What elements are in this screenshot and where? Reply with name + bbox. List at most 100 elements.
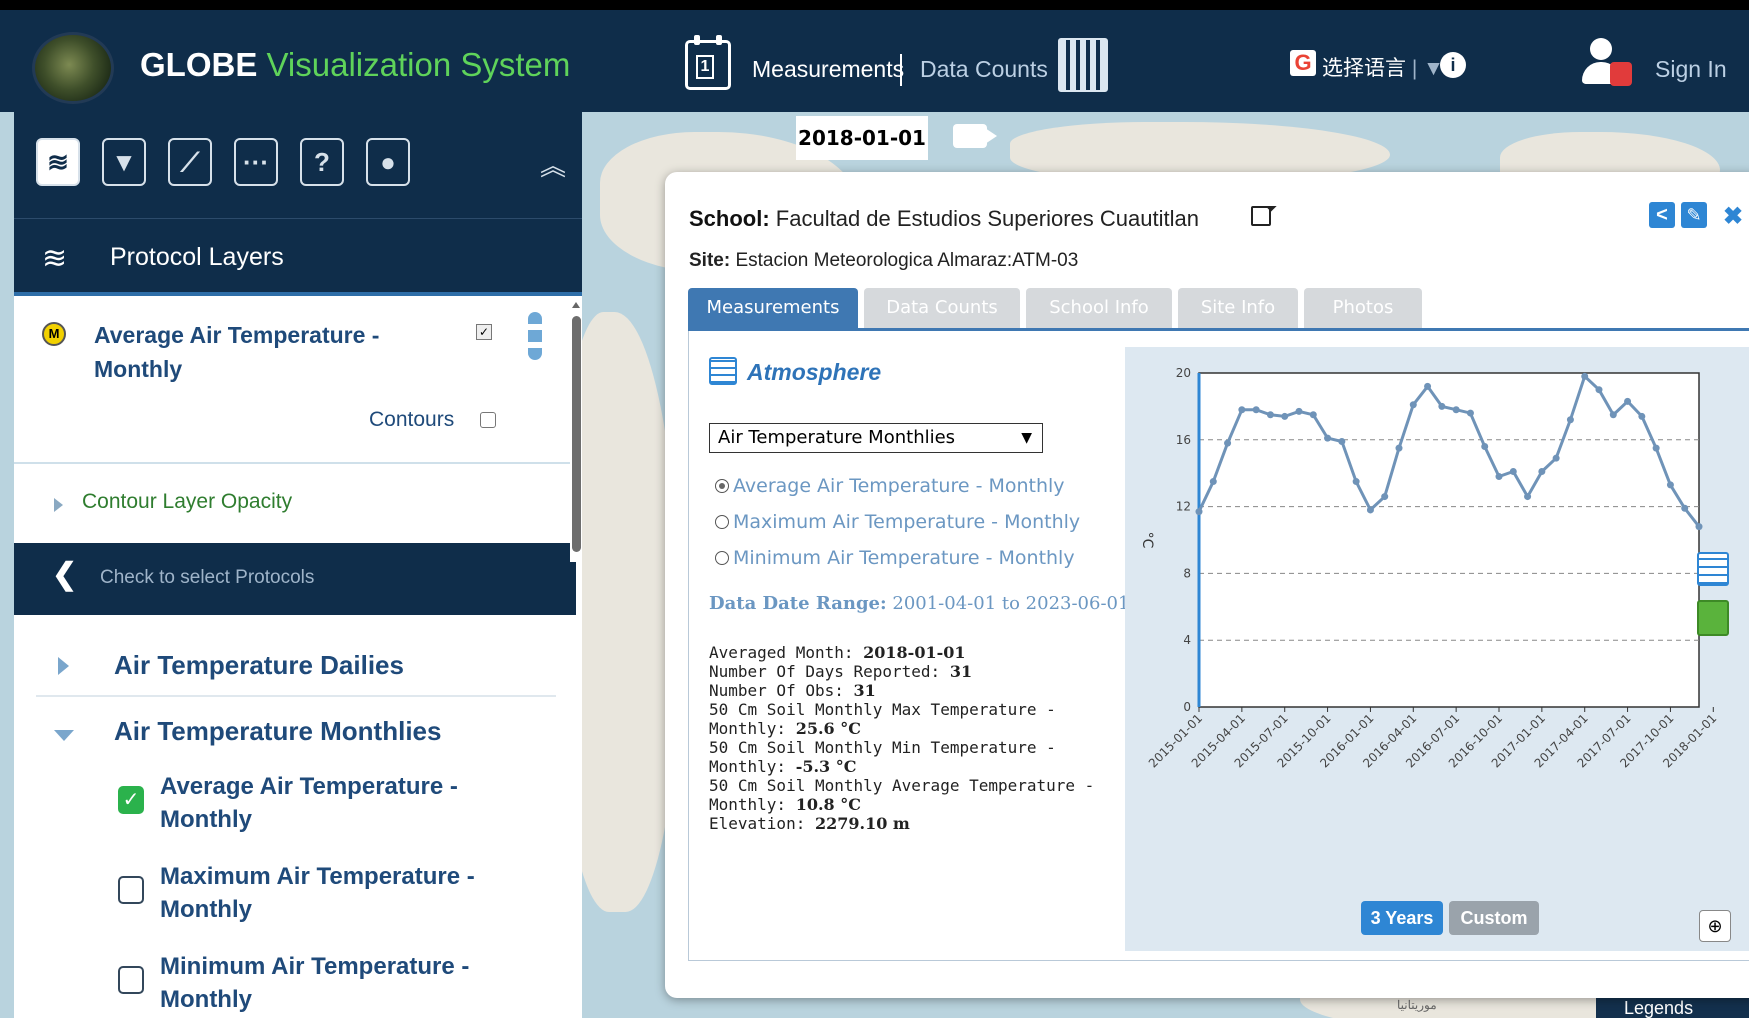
video-camera-icon[interactable] [953,124,987,148]
radio-button[interactable] [715,551,729,565]
data-table-icon[interactable] [1697,552,1729,586]
y-tick-label: 20 [1176,366,1191,380]
app-title: GLOBE Visualization System [140,46,570,84]
item-minimum-air-temperature[interactable]: Minimum Air Temperature - Monthly [160,950,480,1016]
layers-tool-icon[interactable]: ≋ [36,138,80,186]
map-date-display[interactable]: 2018-01-01 [796,116,928,160]
language-dropdown-arrow[interactable]: | ▼ [1412,57,1444,80]
y-tick-label: 4 [1183,633,1191,647]
chart-tool-icon[interactable]: ⟋ [168,138,212,186]
back-chevron-icon[interactable]: ❮ [52,557,77,592]
sidebar-scrollbar[interactable] [570,302,582,562]
close-icon[interactable]: ✖ [1723,202,1743,231]
user-lock-tool-icon[interactable]: ● [366,138,410,186]
detail-value: 2279.10 m [814,814,910,833]
layer-name: Average Air Temperature - Monthly [94,322,380,382]
legends-button[interactable]: Legends [1596,996,1749,1018]
language-label: 选择语言 [1322,57,1406,80]
expand-arrow-icon[interactable] [54,498,63,512]
layer-menu-icon[interactable] [528,312,542,360]
more-tool-icon[interactable]: ··· [234,138,278,186]
tab-data-counts[interactable]: Data Counts [864,288,1020,328]
topbar-separator [900,54,902,86]
tab-site-info[interactable]: Site Info [1178,288,1298,328]
data-point [1452,406,1460,414]
school-label: School: [689,206,770,231]
detail-value: 31 [949,662,973,681]
google-translate-icon[interactable]: G [1290,50,1316,76]
group-air-temperature-dailies[interactable]: Air Temperature Dailies [114,650,404,681]
tab-school-info[interactable]: School Info [1026,288,1172,328]
y-tick-label: 8 [1183,566,1191,580]
item-maximum-air-temperature[interactable]: Maximum Air Temperature - Monthly [160,860,480,926]
data-point [1324,434,1332,442]
data-counts-calendar-icon[interactable] [1058,38,1108,92]
data-point [1509,468,1517,476]
data-point [1224,439,1232,447]
date-range-value: 2001-04-01 to 2023-06-01 [892,593,1130,614]
data-point [1481,442,1489,450]
data-point [1638,412,1646,420]
detail-label: 50 Cm Soil Monthly Min Temperature - [709,738,1056,757]
tab-photos[interactable]: Photos [1304,288,1422,328]
item-checkbox-minimum[interactable] [118,966,144,994]
data-point [1524,493,1532,501]
tab-measurements[interactable]: Measurements [688,288,858,328]
tab-data-counts[interactable]: Data Counts [920,56,1048,83]
divider [14,462,574,464]
info-icon[interactable]: i [1440,52,1466,78]
sign-in-link[interactable]: Sign In [1655,56,1727,83]
y-tick-label: 16 [1176,433,1191,447]
divider [36,695,556,697]
item-checkbox-average[interactable]: ✓ [118,786,144,814]
collapse-icon[interactable]: ︽ [540,146,566,183]
contours-checkbox[interactable] [480,412,496,428]
collapse-arrow-icon[interactable] [54,730,74,741]
external-link-icon[interactable] [1251,206,1271,226]
add-chart-icon[interactable] [1697,600,1729,636]
item-average-air-temperature[interactable]: Average Air Temperature - Monthly [160,770,480,836]
group-air-temperature-monthlies[interactable]: Air Temperature Monthlies [114,716,441,747]
data-point [1366,506,1374,514]
protocol-dropdown[interactable]: Air Temperature Monthlies ▼ [709,423,1043,453]
user-icon-head [1590,38,1612,60]
radio-button[interactable] [715,479,729,493]
layer-visibility-checkbox[interactable]: ✓ [476,324,492,340]
zoom-in-icon[interactable]: ⊕ [1699,910,1731,942]
edit-icon[interactable]: ✎ [1681,202,1707,228]
help-tool-icon[interactable]: ? [300,138,344,186]
radio-button[interactable] [715,515,729,529]
app-title-subtitle: Visualization System [266,46,571,83]
expand-arrow-icon[interactable] [58,657,69,675]
data-point [1266,411,1274,419]
map-place-label: موريتانيا [1397,998,1437,1012]
protocol-dropdown-value: Air Temperature Monthlies [718,427,956,448]
detail-value: 31 [853,681,876,700]
radio-minimum[interactable]: Minimum Air Temperature - Monthly [715,547,1075,569]
detail-value: -5.3 °C [795,757,857,776]
scrollbar-thumb[interactable] [572,316,581,552]
globe-logo-icon[interactable] [32,32,114,104]
data-point [1581,372,1589,380]
radio-maximum[interactable]: Maximum Air Temperature - Monthly [715,511,1080,533]
language-selector[interactable]: 选择语言 | ▼ [1322,52,1444,82]
range-custom-button[interactable]: Custom [1449,901,1539,935]
radio-average[interactable]: Average Air Temperature - Monthly [715,475,1065,497]
tab-measurements[interactable]: Measurements [752,56,904,83]
scroll-up-icon[interactable] [572,302,580,308]
user-lock-icon[interactable] [1580,38,1632,90]
item-checkbox-maximum[interactable] [118,876,144,904]
plot-area [1198,372,1700,708]
data-point [1552,454,1560,462]
data-point [1352,478,1360,486]
data-point [1681,504,1689,512]
data-point [1624,397,1632,405]
share-icon[interactable]: < [1649,202,1675,228]
calendar-icon[interactable]: 1 [685,35,731,90]
protocol-selector-label: Check to select Protocols [100,567,315,588]
range-3-years-button[interactable]: 3 Years [1361,901,1443,935]
filter-tool-icon[interactable]: ▼ [102,138,146,186]
measurement-badge-icon: M [42,322,66,346]
contour-opacity-toggle[interactable]: Contour Layer Opacity [82,490,292,514]
protocol-layers-title: Protocol Layers [110,243,284,271]
